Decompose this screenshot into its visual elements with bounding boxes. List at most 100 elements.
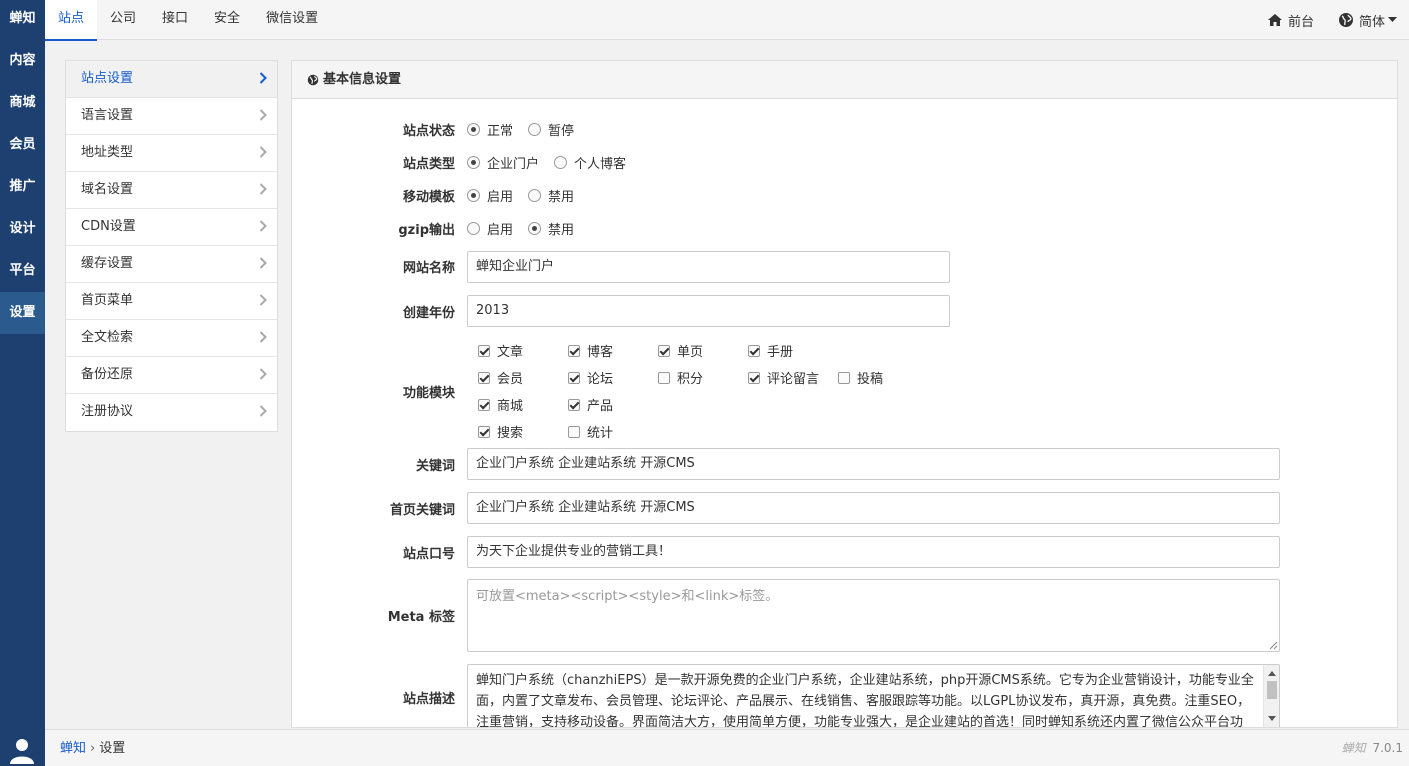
checkbox-box[interactable] — [568, 371, 580, 384]
top-bar: 站点 公司 接口 安全 微信设置 前台 简体 — [45, 0, 1409, 41]
module-checkbox[interactable]: 投稿 — [838, 368, 928, 387]
left-nav-item[interactable]: 商城 — [0, 82, 45, 124]
index-keywords-input[interactable]: 企业门户系统 企业建站系统 开源CMS — [467, 492, 1280, 524]
left-nav-item[interactable]: 会员 — [0, 124, 45, 166]
chevron-right-icon — [259, 183, 267, 195]
top-tab[interactable]: 安全 — [201, 0, 253, 40]
module-checkbox[interactable]: 搜索 — [478, 422, 568, 441]
radio-dot[interactable] — [467, 122, 480, 136]
submenu-item-label: 首页菜单 — [81, 293, 134, 308]
checkbox-box[interactable] — [478, 371, 490, 384]
module-checkbox[interactable]: 手册 — [748, 341, 838, 360]
module-checkbox[interactable]: 单页 — [658, 341, 748, 360]
checkbox-box[interactable] — [568, 344, 580, 357]
scroll-thumb[interactable] — [1267, 681, 1277, 699]
mobile-template-row: 移动模板 启用 禁用 — [292, 185, 589, 205]
radio-dot[interactable] — [528, 122, 542, 136]
footer-logo-text: 蝉知 — [1341, 741, 1366, 755]
brand-logo[interactable]: 蝉知 — [0, 0, 45, 40]
mobile-radio-option[interactable]: 启用 — [467, 186, 513, 205]
breadcrumb: 蝉知 › 设置 — [60, 730, 125, 766]
gzip-radio-option[interactable]: 禁用 — [528, 219, 574, 238]
submenu-item[interactable]: 全文检索 — [66, 320, 277, 357]
submenu-item[interactable]: 首页菜单 — [66, 283, 277, 320]
left-nav-item[interactable]: 设置 — [0, 292, 45, 334]
checkbox-box[interactable] — [568, 398, 580, 411]
checkbox-box[interactable] — [658, 371, 670, 384]
submenu-item[interactable]: CDN设置 — [66, 209, 277, 246]
keywords-input[interactable]: 企业门户系统 企业建站系统 开源CMS — [467, 448, 1280, 480]
module-checkbox[interactable]: 商城 — [478, 395, 568, 414]
radio-dot[interactable] — [467, 155, 480, 169]
basic-info-panel: 基本信息设置 站点状态 正常 暂停 站点类型 企业门户 个人博客 移动模板 启用 禁用… — [291, 60, 1398, 728]
radio-dot[interactable] — [554, 155, 568, 169]
desc-scrollbar[interactable] — [1263, 665, 1279, 727]
chevron-right-icon — [259, 72, 267, 84]
top-tab[interactable]: 公司 — [97, 0, 149, 40]
checkbox-box[interactable] — [748, 344, 760, 357]
left-nav-item[interactable]: 设计 — [0, 208, 45, 250]
year-input[interactable]: 2013 — [467, 295, 950, 327]
module-checkbox[interactable]: 统计 — [568, 422, 658, 441]
module-checkbox[interactable]: 文章 — [478, 341, 568, 360]
modules-checkbox-row: 会员 论坛 积分 评论留言 投稿 — [478, 364, 928, 391]
submenu-item-label: CDN设置 — [81, 219, 136, 234]
submenu-item[interactable]: 站点设置 — [66, 61, 277, 98]
submenu-item[interactable]: 缓存设置 — [66, 246, 277, 283]
panel-title: 基本信息设置 — [323, 72, 402, 87]
scroll-up-icon[interactable] — [1268, 671, 1276, 676]
submenu-item[interactable]: 地址类型 — [66, 135, 277, 172]
radio-dot[interactable] — [528, 188, 542, 202]
user-avatar-icon[interactable] — [8, 736, 36, 764]
breadcrumb-root[interactable]: 蝉知 — [60, 730, 86, 766]
site-name-row: 网站名称 蝉知企业门户 — [292, 251, 950, 283]
submenu-item-label: 语言设置 — [81, 108, 134, 123]
mobile-radio-option[interactable]: 禁用 — [528, 186, 574, 205]
radio-dot[interactable] — [528, 221, 542, 235]
submenu-item[interactable]: 语言设置 — [66, 98, 277, 135]
checkbox-box[interactable] — [838, 371, 850, 384]
left-nav-item[interactable]: 内容 — [0, 40, 45, 82]
left-nav-item[interactable]: 推广 — [0, 166, 45, 208]
module-checkbox[interactable]: 博客 — [568, 341, 658, 360]
year-row: 创建年份 2013 — [292, 295, 950, 327]
module-checkbox[interactable]: 积分 — [658, 368, 748, 387]
checkbox-box[interactable] — [568, 425, 580, 438]
submenu-item[interactable]: 备份还原 — [66, 357, 277, 394]
site-name-input[interactable]: 蝉知企业门户 — [467, 251, 950, 283]
top-tab[interactable]: 微信设置 — [253, 0, 331, 40]
desc-row: 站点描述 蝉知门户系统（chanzhiEPS）是一款开源免费的企业门户系统，企业… — [292, 664, 1280, 727]
radio-dot[interactable] — [467, 221, 480, 235]
status-radio-option[interactable]: 暂停 — [528, 120, 574, 139]
module-checkbox[interactable]: 会员 — [478, 368, 568, 387]
index-keywords-label: 首页关键词 — [389, 502, 455, 518]
chevron-right-icon — [259, 257, 267, 269]
status-radio-option[interactable]: 正常 — [467, 120, 513, 139]
checkbox-box[interactable] — [478, 398, 490, 411]
checkbox-box[interactable] — [658, 344, 670, 357]
resize-handle-icon[interactable] — [1268, 640, 1278, 650]
module-checkbox[interactable]: 论坛 — [568, 368, 658, 387]
checkbox-label: 搜索 — [497, 426, 524, 441]
gzip-radio-option[interactable]: 启用 — [467, 219, 513, 238]
slogan-input[interactable]: 为天下企业提供专业的营销工具！ — [467, 536, 1280, 568]
module-checkbox[interactable]: 产品 — [568, 395, 658, 414]
desc-textarea[interactable]: 蝉知门户系统（chanzhiEPS）是一款开源免费的企业门户系统，企业建站系统，… — [467, 664, 1280, 727]
meta-textarea[interactable]: 可放置<meta><script><style>和<link>标签。 — [467, 579, 1280, 652]
frontend-link[interactable]: 前台 — [1267, 11, 1314, 30]
type-radio-option[interactable]: 企业门户 — [467, 153, 539, 172]
radio-dot[interactable] — [467, 188, 480, 202]
language-dropdown[interactable]: 简体 — [1338, 11, 1397, 30]
type-radio-option[interactable]: 个人博客 — [554, 153, 626, 172]
top-tab[interactable]: 接口 — [149, 0, 201, 40]
module-checkbox[interactable]: 评论留言 — [748, 368, 838, 387]
top-tab[interactable]: 站点 — [45, 0, 98, 41]
scroll-down-icon[interactable] — [1268, 716, 1276, 721]
checkbox-box[interactable] — [748, 371, 760, 384]
checkbox-box[interactable] — [478, 425, 490, 438]
checkbox-box[interactable] — [478, 344, 490, 357]
submenu-item[interactable]: 域名设置 — [66, 172, 277, 209]
radio-label: 个人博客 — [574, 156, 627, 172]
submenu-item[interactable]: 注册协议 — [66, 394, 277, 431]
left-nav-item[interactable]: 平台 — [0, 250, 45, 292]
